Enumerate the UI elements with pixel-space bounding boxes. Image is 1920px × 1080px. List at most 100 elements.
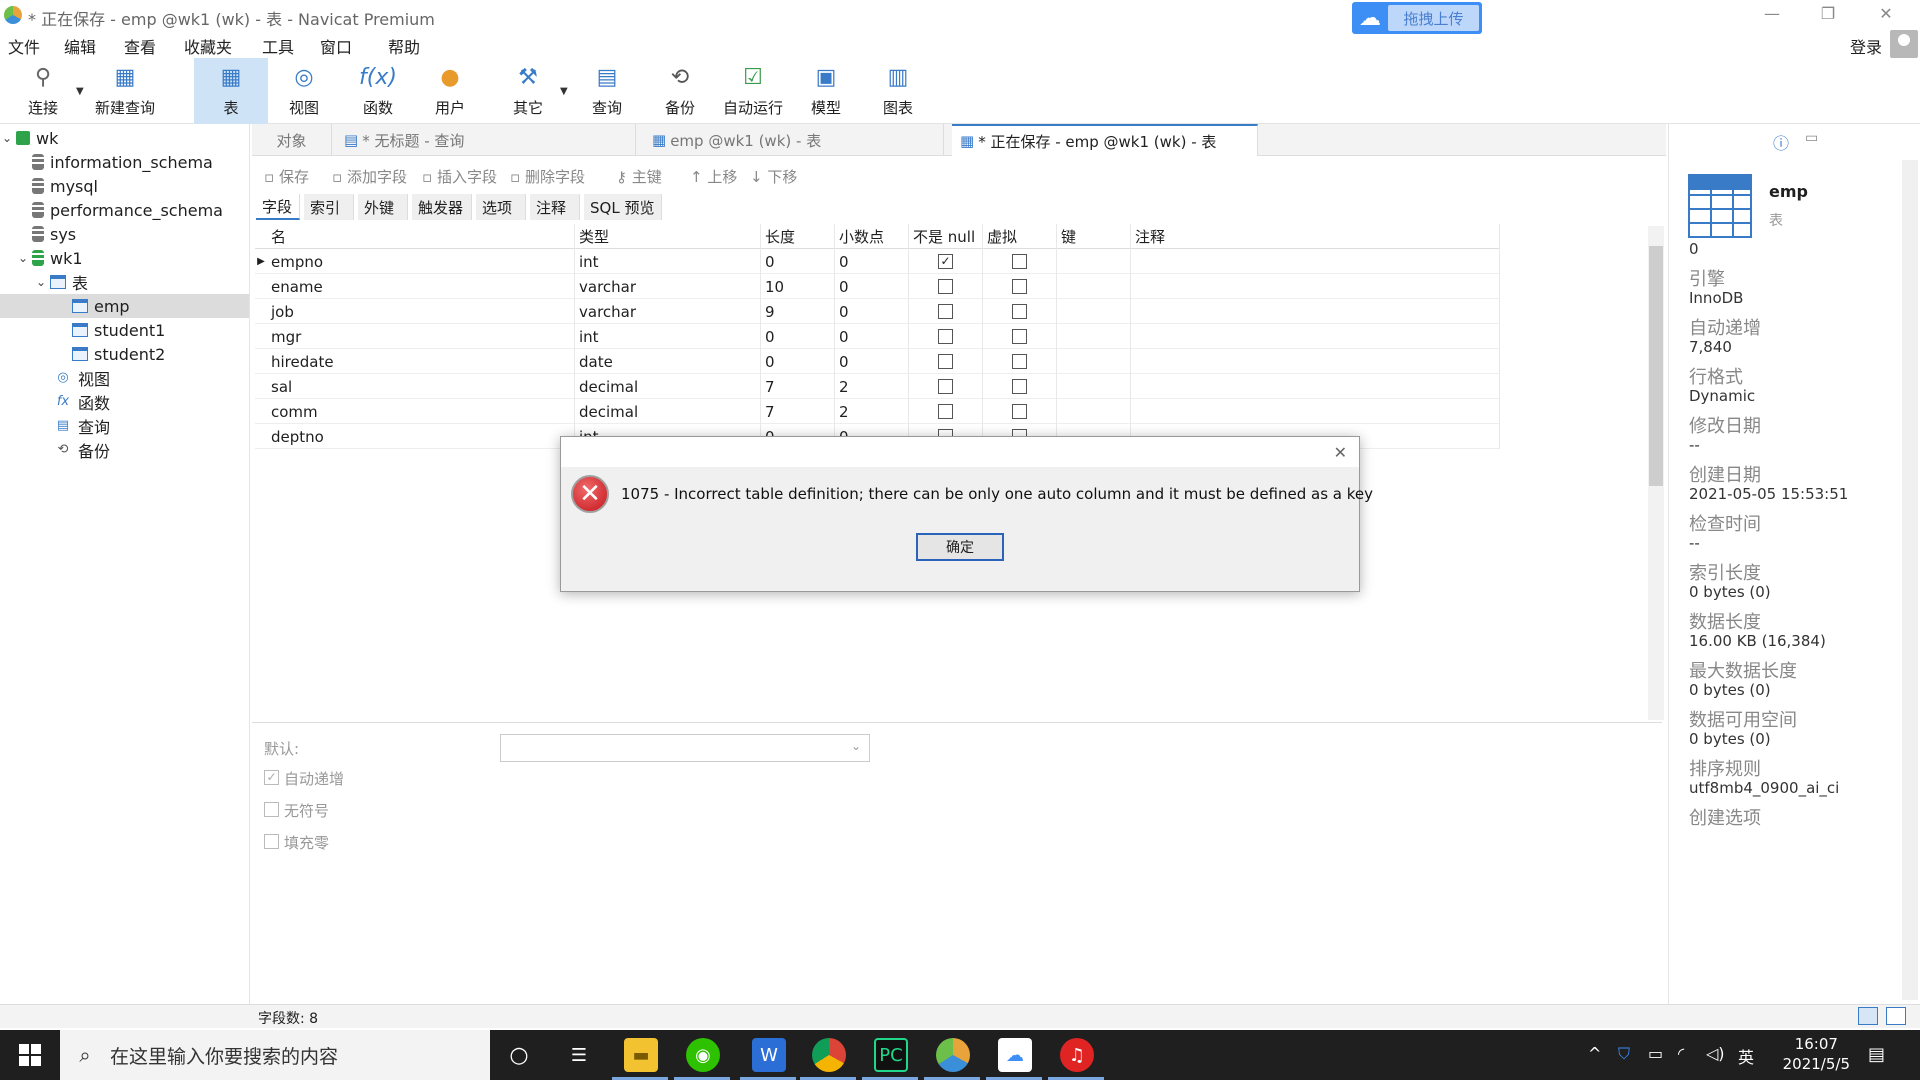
tree-item-views[interactable]: ◎ 视图 xyxy=(52,366,110,390)
file-explorer-icon[interactable]: ▬ xyxy=(624,1038,658,1072)
task-view-icon[interactable]: ○ xyxy=(502,1038,536,1072)
not-null-checkbox[interactable] xyxy=(938,279,953,294)
not-null-checkbox[interactable] xyxy=(938,304,953,319)
netease-music-icon[interactable]: ♫ xyxy=(1060,1038,1094,1072)
toolbar-new-query-button[interactable]: ▦ 新建查询 xyxy=(86,58,164,124)
field-decimals-cell[interactable]: 0 xyxy=(835,324,909,349)
field-comment-cell[interactable] xyxy=(1131,274,1500,299)
virtual-checkbox[interactable] xyxy=(1012,279,1027,294)
wifi-icon[interactable]: ◜ xyxy=(1678,1044,1684,1063)
zerofill-checkbox[interactable] xyxy=(264,834,279,849)
toolbar-model-button[interactable]: ▣ 模型 xyxy=(796,58,856,124)
subtab-sql-preview[interactable]: SQL 预览 xyxy=(584,194,662,220)
not-null-checkbox[interactable] xyxy=(938,354,953,369)
menu-help[interactable]: 帮助 xyxy=(388,34,420,58)
subtab-indexes[interactable]: 索引 xyxy=(304,194,354,220)
field-decimals-cell[interactable]: 0 xyxy=(835,349,909,374)
toolbar-query-button[interactable]: ▤ 查询 xyxy=(576,58,638,124)
field-length-cell[interactable]: 10 xyxy=(761,274,835,299)
virtual-checkbox[interactable] xyxy=(1012,304,1027,319)
table-row[interactable]: sal decimal 7 2 xyxy=(255,374,1500,399)
toolbar-function-button[interactable]: f(x) 函数 xyxy=(348,58,408,124)
tab-emp-table[interactable]: ▦ emp @wk1 (wk) - 表 xyxy=(644,124,944,156)
close-icon[interactable]: ✕ xyxy=(1334,443,1347,462)
taskbar-search[interactable]: ⌕ 在这里输入你要搜索的内容 xyxy=(60,1030,490,1080)
chevron-down-icon[interactable]: ⌄ xyxy=(0,131,14,145)
tray-chevron-up-icon[interactable]: ^ xyxy=(1588,1044,1601,1063)
ddl-icon[interactable]: ▭ xyxy=(1805,130,1818,146)
subtab-triggers[interactable]: 触发器 xyxy=(412,194,472,220)
field-length-cell[interactable]: 0 xyxy=(761,324,835,349)
chevron-down-icon[interactable]: ⌄ xyxy=(16,251,30,265)
subtab-foreign-keys[interactable]: 外键 xyxy=(358,194,408,220)
menu-view[interactable]: 查看 xyxy=(124,34,156,58)
header-virtual[interactable]: 虚拟 xyxy=(983,224,1057,249)
move-down-button[interactable]: ↓ 下移 xyxy=(750,166,797,187)
field-length-cell[interactable]: 7 xyxy=(761,399,835,424)
tab-untitled-query[interactable]: ▤ * 无标题 - 查询 xyxy=(336,124,636,156)
ime-indicator[interactable]: 英 xyxy=(1738,1044,1754,1068)
field-key-cell[interactable] xyxy=(1057,324,1131,349)
battery-icon[interactable]: ▭ xyxy=(1648,1044,1663,1063)
default-select[interactable]: ⌄ xyxy=(500,734,870,762)
tree-item-student1[interactable]: student1 xyxy=(70,318,165,342)
subtab-comment[interactable]: 注释 xyxy=(530,194,580,220)
wechat-icon[interactable]: ◉ xyxy=(686,1038,720,1072)
primary-key-button[interactable]: ⚷ 主键 xyxy=(616,166,662,187)
toolbar-connect-button[interactable]: ⚲ 连接 xyxy=(12,58,74,124)
field-decimals-cell[interactable]: 0 xyxy=(835,299,909,324)
tree-item-student2[interactable]: student2 xyxy=(70,342,165,366)
tree-item-wk1[interactable]: ⌄ wk1 xyxy=(16,246,83,270)
chevron-down-icon[interactable]: ▼ xyxy=(76,86,84,97)
toolbar-user-button[interactable]: ● 用户 xyxy=(420,58,480,124)
field-key-cell[interactable] xyxy=(1057,299,1131,324)
virtual-checkbox[interactable] xyxy=(1012,379,1027,394)
table-row[interactable]: mgr int 0 0 xyxy=(255,324,1500,349)
subtab-options[interactable]: 选项 xyxy=(476,194,526,220)
virtual-checkbox[interactable] xyxy=(1012,354,1027,369)
field-type-cell[interactable]: varchar xyxy=(575,274,761,299)
not-null-checkbox[interactable]: ✓ xyxy=(938,254,953,269)
toolbar-backup-button[interactable]: ⟲ 备份 xyxy=(650,58,710,124)
field-name-cell[interactable]: sal xyxy=(267,374,575,399)
field-key-cell[interactable] xyxy=(1057,374,1131,399)
navicat-taskbar-icon[interactable] xyxy=(936,1038,970,1072)
field-length-cell[interactable]: 0 xyxy=(761,249,835,274)
login-link[interactable]: 登录 xyxy=(1850,34,1882,58)
field-name-cell[interactable]: ename xyxy=(267,274,575,299)
move-up-button[interactable]: ↑ 上移 xyxy=(690,166,737,187)
field-name-cell[interactable]: deptno xyxy=(267,424,575,449)
security-shield-icon[interactable]: ⛉ xyxy=(1618,1044,1630,1064)
not-null-checkbox[interactable] xyxy=(938,329,953,344)
save-button[interactable]: ▫ 保存 xyxy=(264,166,309,187)
layout-toggle-left[interactable] xyxy=(1858,1007,1878,1025)
menu-favorites[interactable]: 收藏夹 xyxy=(184,34,232,58)
field-key-cell[interactable] xyxy=(1057,274,1131,299)
field-length-cell[interactable]: 9 xyxy=(761,299,835,324)
header-comment[interactable]: 注释 xyxy=(1131,224,1500,249)
info-scrollbar[interactable] xyxy=(1902,160,1918,1000)
field-name-cell[interactable]: mgr xyxy=(267,324,575,349)
multitask-icon[interactable]: ☰ xyxy=(562,1038,596,1072)
field-key-cell[interactable] xyxy=(1057,399,1131,424)
field-decimals-cell[interactable]: 2 xyxy=(835,374,909,399)
ok-button[interactable]: 确定 xyxy=(916,533,1004,561)
start-button[interactable] xyxy=(0,1030,60,1080)
tree-item-performance-schema[interactable]: performance_schema xyxy=(30,198,223,222)
table-row[interactable]: comm decimal 7 2 xyxy=(255,399,1500,424)
field-decimals-cell[interactable]: 0 xyxy=(835,249,909,274)
toolbar-chart-button[interactable]: ▥ 图表 xyxy=(868,58,928,124)
field-comment-cell[interactable] xyxy=(1131,399,1500,424)
field-key-cell[interactable] xyxy=(1057,249,1131,274)
virtual-checkbox[interactable] xyxy=(1012,404,1027,419)
add-field-button[interactable]: ▫ 添加字段 xyxy=(332,166,407,187)
field-name-cell[interactable]: empno xyxy=(267,249,575,274)
tree-item-backups[interactable]: ⟲ 备份 xyxy=(52,438,110,462)
field-comment-cell[interactable] xyxy=(1131,299,1500,324)
tree-item-queries[interactable]: ▤ 查询 xyxy=(52,414,110,438)
field-name-cell[interactable]: hiredate xyxy=(267,349,575,374)
virtual-checkbox[interactable] xyxy=(1012,329,1027,344)
field-comment-cell[interactable] xyxy=(1131,374,1500,399)
close-button[interactable]: ✕ xyxy=(1874,4,1898,26)
minimize-button[interactable]: — xyxy=(1760,4,1784,26)
